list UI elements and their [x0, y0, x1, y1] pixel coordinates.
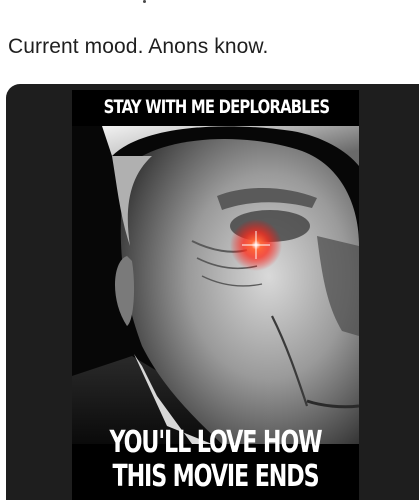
- meme-bottom-caption-line1: YOU'LL LOVE HOW: [109, 425, 322, 460]
- meme-top-caption: STAY WITH ME DEPLORABLES: [103, 96, 330, 118]
- previous-content-fragment: [0, 0, 419, 6]
- post-container: Current mood. Anons know. STAY WITH ME D…: [0, 0, 419, 500]
- fragment-dot: [143, 0, 146, 3]
- meme-bottom-caption: YOU'LL LOVE HOW THIS MOVIE ENDS: [109, 425, 322, 494]
- post-text: Current mood. Anons know.: [8, 35, 269, 58]
- meme-image: STAY WITH ME DEPLORABLES YOU'LL LOVE HOW…: [72, 90, 359, 500]
- meme-bottom-caption-line2: THIS MOVIE ENDS: [112, 459, 320, 494]
- media-attachment[interactable]: STAY WITH ME DEPLORABLES YOU'LL LOVE HOW…: [6, 84, 419, 500]
- portrait-photo: [72, 126, 359, 444]
